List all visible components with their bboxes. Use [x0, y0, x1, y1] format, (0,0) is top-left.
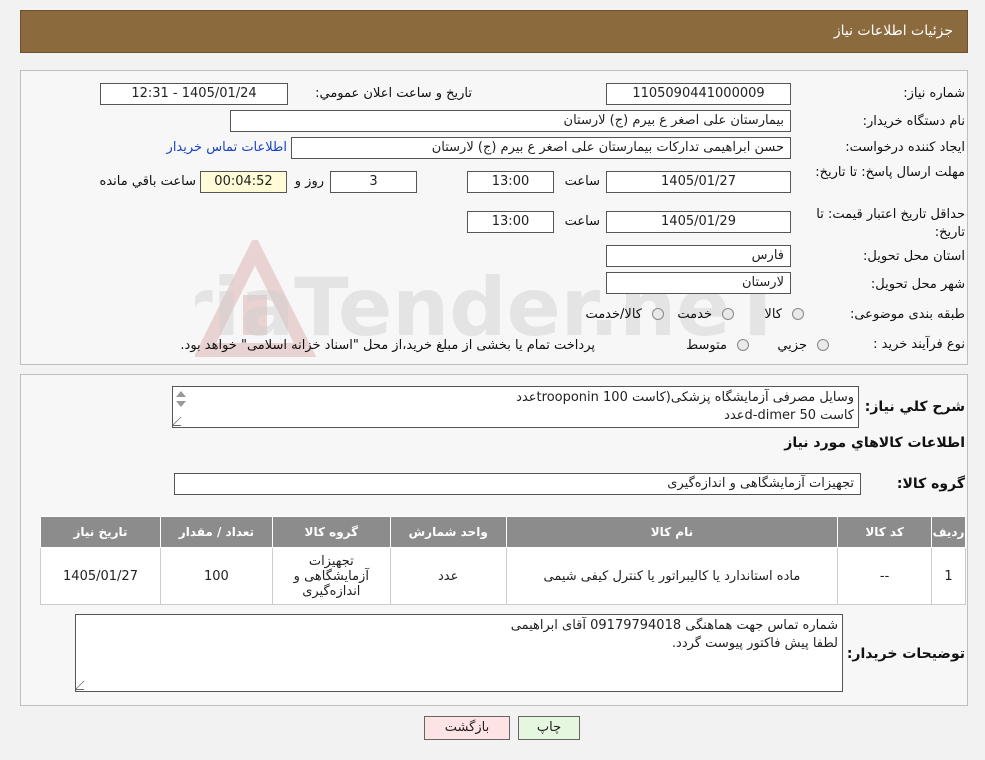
- process-payment-note: پرداخت تمام یا بخشی از مبلغ خرید،از محل …: [180, 338, 595, 353]
- goods-group-field: تجهیزات آزمایشگاهی و اندازه‌گیری: [174, 473, 861, 495]
- deadline-label: مهلت ارسال پاسخ: تا تاریخ:: [815, 165, 965, 180]
- delivery-province-label: استان محل تحویل:: [863, 249, 965, 264]
- delivery-city-field: لارستان: [606, 272, 791, 294]
- buyer-notes-line-2: لطفا پیش فاکتور پیوست گردد.: [671, 636, 838, 651]
- goods-table-header: رديف کد کالا نام کالا واحد شمارش گروه کا…: [40, 516, 966, 548]
- cell-item-name: ماده استاندارد یا کالیبراتور یا کنترل کی…: [505, 547, 839, 605]
- resize-grip-icon[interactable]: [76, 681, 93, 690]
- deadline-time-label: ساعت: [564, 174, 600, 189]
- announce-date-label: تاریخ و ساعت اعلان عمومي:: [315, 86, 472, 101]
- goods-section-title: اطلاعات کالاهاي مورد نياز: [784, 435, 965, 451]
- remaining-days-field: 3: [330, 171, 417, 193]
- page-header: جزئیات اطلاعات نیاز: [20, 10, 968, 53]
- col-header-row-number: رديف: [931, 516, 966, 548]
- scroll-down-icon[interactable]: [176, 401, 186, 407]
- col-header-need-date: تاریخ نیاز: [40, 516, 161, 548]
- price-validity-time-field: 13:00: [467, 211, 554, 233]
- category-option-goods: کالا: [764, 307, 782, 322]
- buyer-contact-link[interactable]: اطلاعات تماس خریدار: [167, 140, 287, 155]
- category-radio-goods[interactable]: [792, 308, 804, 320]
- need-number-field: 1105090441000009: [606, 83, 791, 105]
- buyer-org-label: نام دستگاه خریدار:: [862, 114, 965, 129]
- print-button[interactable]: چاپ: [518, 716, 580, 740]
- buyer-notes-label: توضیحات خریدار:: [846, 646, 965, 662]
- process-radio-minor[interactable]: [817, 339, 829, 351]
- process-option-minor: جزيي: [777, 338, 807, 353]
- request-creator-label: ایجاد کننده درخواست:: [845, 140, 965, 155]
- col-header-item-code: کد کالا: [837, 516, 933, 548]
- price-validity-date-field: 1405/01/29: [606, 211, 791, 233]
- cell-item-code: --: [837, 547, 933, 605]
- category-radio-goods-service[interactable]: [652, 308, 664, 320]
- buyer-notes-textarea[interactable]: شماره تماس جهت هماهنگی 09179794018 آقای …: [75, 614, 843, 692]
- back-button[interactable]: بازگشت: [424, 716, 510, 740]
- remaining-time-label: ساعت باقي مانده: [99, 174, 196, 189]
- cell-need-date: 1405/01/27: [40, 547, 161, 605]
- category-option-goods-service: کالا/خدمت: [585, 307, 642, 322]
- summary-label: شرح کلي نياز:: [864, 399, 965, 415]
- delivery-city-label: شهر محل تحویل:: [870, 277, 965, 292]
- buyer-org-field: بیمارستان علی اصغر ع بیرم (ج) لارستان: [230, 110, 791, 132]
- days-label: روز و: [294, 174, 324, 189]
- process-radio-medium[interactable]: [737, 339, 749, 351]
- summary-line-1: وسایل مصرفی آزمایشگاه پزشکی(کاست troopon…: [516, 390, 854, 405]
- goods-group-label: گروه کالا:: [896, 476, 965, 492]
- category-label: طبقه بندی موضوعی:: [849, 307, 965, 322]
- process-option-medium: متوسط: [686, 338, 727, 353]
- cell-group: تجهیزات آزمایشگاهی و اندازه‌گیری: [271, 547, 391, 605]
- deadline-time-field: 13:00: [467, 171, 554, 193]
- cell-quantity: 100: [160, 547, 273, 605]
- category-radio-service[interactable]: [722, 308, 734, 320]
- goods-table: رديف کد کالا نام کالا واحد شمارش گروه کا…: [40, 516, 966, 605]
- remaining-time-field: 00:04:52: [200, 171, 287, 193]
- category-option-service: خدمت: [677, 307, 712, 322]
- scroll-up-icon[interactable]: [176, 391, 186, 397]
- buyer-notes-line-1: شماره تماس جهت هماهنگی 09179794018 آقای …: [510, 618, 838, 633]
- page-title: جزئیات اطلاعات نیاز: [833, 23, 953, 39]
- summary-textarea[interactable]: وسایل مصرفی آزمایشگاه پزشکی(کاست troopon…: [172, 386, 859, 428]
- price-validity-label: حداقل تاریخ اعتبار قیمت: تا تاریخ:: [816, 207, 965, 240]
- purchase-process-label: نوع فرآیند خرید :: [873, 337, 965, 352]
- col-header-group: گروه کالا: [271, 516, 391, 548]
- col-header-unit: واحد شمارش: [389, 516, 507, 548]
- deadline-date-field: 1405/01/27: [606, 171, 791, 193]
- request-creator-field: حسن ابراهیمی تدارکات بیمارستان علی اصغر …: [291, 137, 791, 159]
- table-row: 1 -- ماده استاندارد یا کالیبراتور یا کنت…: [40, 547, 966, 605]
- summary-line-2: کاست d-dimer 50عدد: [724, 408, 854, 423]
- price-validity-time-label: ساعت: [564, 214, 600, 229]
- need-number-label: شماره نیاز:: [903, 86, 965, 101]
- announce-date-field: 1405/01/24 - 12:31: [100, 83, 288, 105]
- col-header-item-name: نام کالا: [505, 516, 839, 548]
- delivery-province-field: فارس: [606, 245, 791, 267]
- col-header-quantity: تعداد / مقدار: [160, 516, 273, 548]
- cell-unit: عدد: [389, 547, 507, 605]
- cell-row-number: 1: [931, 547, 966, 605]
